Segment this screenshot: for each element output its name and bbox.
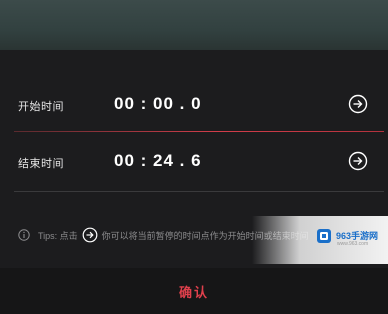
active-divider (14, 131, 384, 132)
divider (14, 191, 384, 192)
set-end-arrow-icon[interactable] (348, 151, 368, 171)
watermark-logo-icon (317, 229, 331, 243)
start-time-label: 开始时间 (18, 101, 64, 113)
end-time-label: 结束时间 (18, 158, 64, 170)
confirm-button[interactable]: 确认 (154, 282, 234, 300)
end-time-value[interactable]: 00 : 24 . 6 (114, 151, 202, 171)
end-time-row: 结束时间 00 : 24 . 6 (0, 143, 388, 183)
time-picker-sheet: 开始时间 00 : 00 . 0 结束时间 00 : 24 . 6 Tips: … (0, 50, 388, 314)
video-preview (0, 0, 388, 50)
start-time-value[interactable]: 00 : 00 . 0 (114, 94, 202, 114)
watermark-sub: www.963.com (337, 241, 369, 247)
trim-time-screen: 开始时间 00 : 00 . 0 结束时间 00 : 24 . 6 Tips: … (0, 0, 388, 314)
tips-prefix: Tips: 点击 (38, 230, 78, 241)
set-start-arrow-icon[interactable] (348, 94, 368, 114)
bottom-bar: 确认 (0, 268, 388, 314)
info-circle-icon (18, 229, 30, 241)
arrow-right-circle-icon (82, 227, 98, 243)
start-time-row: 开始时间 00 : 00 . 0 (0, 86, 388, 126)
